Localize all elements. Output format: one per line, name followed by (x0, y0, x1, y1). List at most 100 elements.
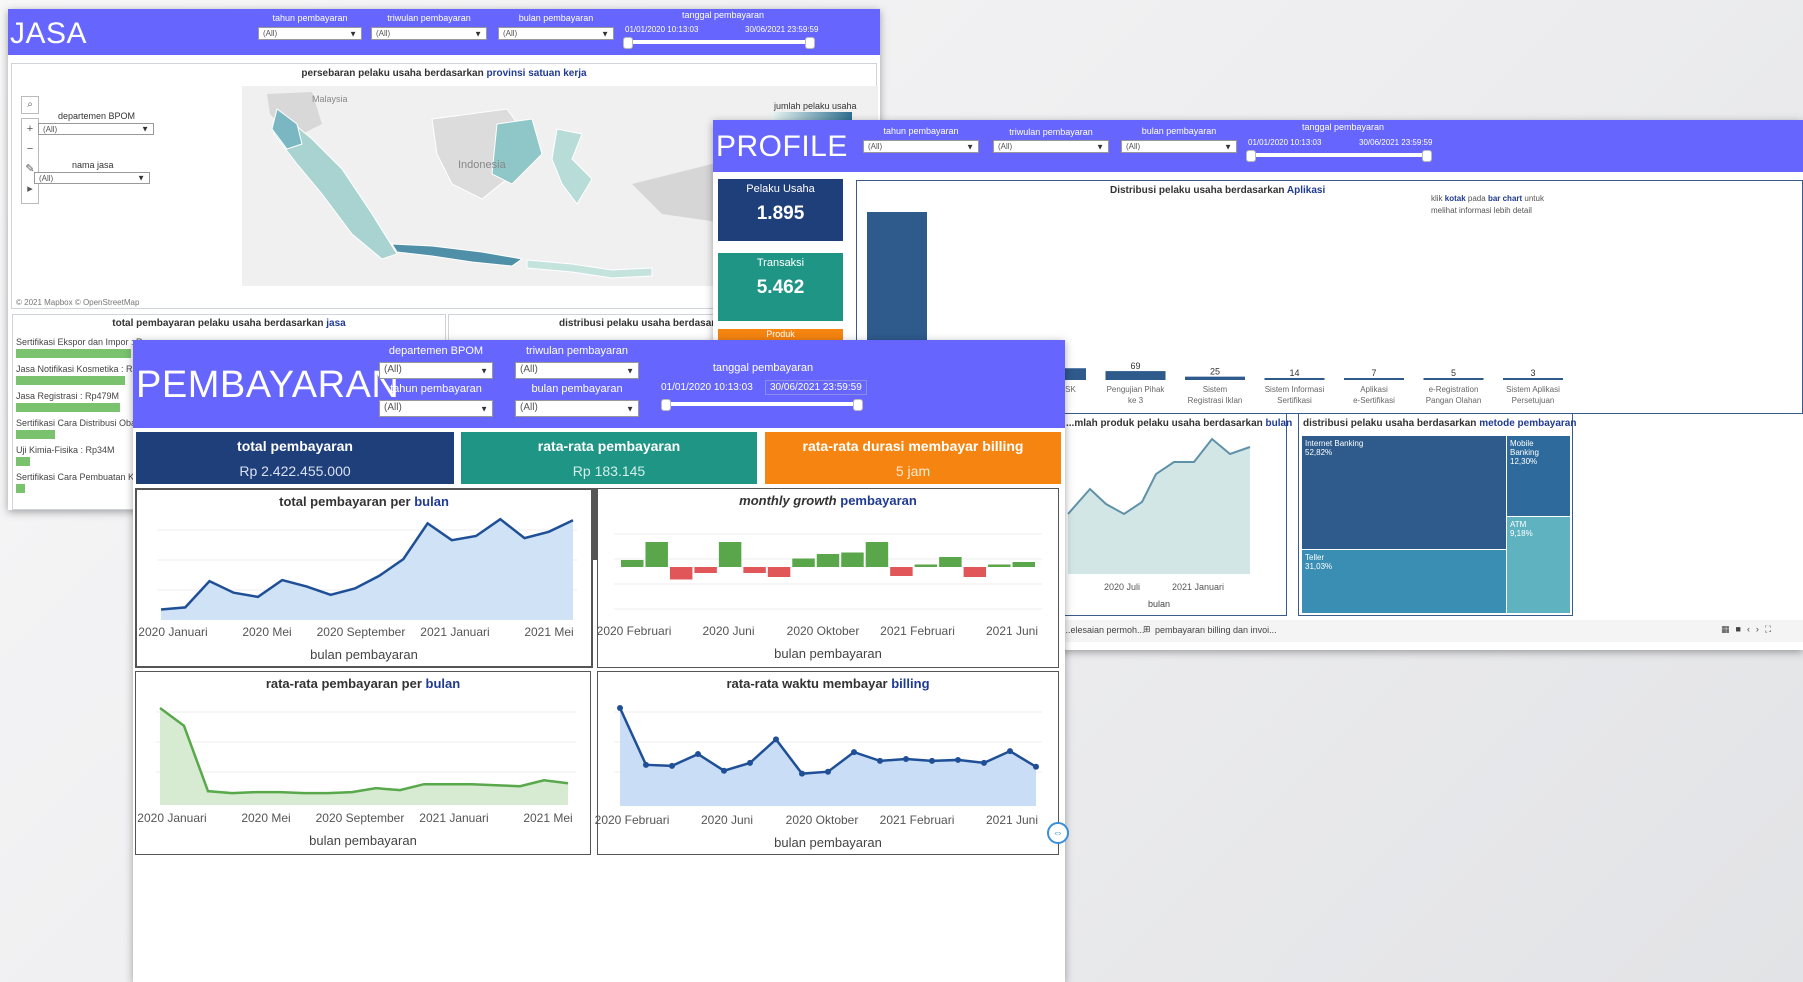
jasa-bar[interactable] (16, 349, 131, 358)
kpi-rata-durasi: rata-rata durasi membayar billing 5 jam (765, 432, 1061, 484)
slider-handle-start[interactable] (623, 37, 633, 49)
tab-pembayaran-billing[interactable]: pembayaran billing dan invoi... (1155, 625, 1277, 635)
chart-waktu-billing[interactable]: rata-rata waktu membayar billing 2020 Fe… (595, 671, 1059, 855)
jasa-triwulan-dropdown[interactable]: (All) ▼ (371, 27, 487, 40)
profile-tahun-dropdown[interactable]: (All) ▼ (863, 140, 979, 153)
slider-handle-end[interactable] (853, 399, 863, 411)
chart2-bar[interactable] (669, 567, 693, 580)
chart2-bar[interactable] (865, 542, 889, 567)
chart4-point[interactable] (929, 757, 935, 764)
zoom-in-icon[interactable]: + (22, 119, 38, 139)
aplikasi-bar-value: 14 (1289, 368, 1299, 378)
chart2-bar[interactable] (1012, 562, 1035, 567)
pem-date-slider[interactable] (661, 399, 863, 411)
chart4-point[interactable] (1007, 748, 1013, 755)
chart3-svg[interactable]: 2020 Januari 2020 Mei 2020 September 2021 J… (136, 672, 590, 854)
chart-total-per-bulan[interactable]: total pembayaran per bulan 2020 Januari 2… (135, 488, 593, 668)
swap-icon[interactable]: ⇔ (1047, 822, 1069, 844)
treemap-cell-mobile-banking[interactable]: Mobile Banking 12,30% (1507, 436, 1570, 516)
profile-date-slider[interactable] (1246, 150, 1432, 162)
chart2-bar[interactable] (743, 567, 766, 573)
profile-triwulan-dropdown[interactable]: (All) ▼ (993, 140, 1109, 153)
treemap-label: Mobile Banking (1510, 439, 1539, 457)
chart4-point[interactable] (747, 759, 753, 766)
aplikasi-bar-value: 25 (1210, 367, 1220, 377)
chart4-point[interactable] (643, 761, 649, 768)
chart4-point[interactable] (1033, 763, 1039, 770)
chart2-bar[interactable] (718, 542, 742, 567)
jasa-tahun-dropdown[interactable]: (All) ▼ (258, 27, 362, 40)
tab-penyelesaian[interactable]: ...elesaian permoh... (1063, 625, 1145, 635)
chart4-point[interactable] (903, 755, 909, 762)
chart2-bar[interactable] (792, 558, 815, 568)
chart-monthly-growth[interactable]: monthly growth pembayaran 2020 Februari 2… (597, 488, 1059, 668)
chart2-bar[interactable] (645, 542, 668, 567)
aplikasi-bar[interactable] (1503, 378, 1563, 380)
chart4-point[interactable] (851, 749, 857, 756)
chart4-point[interactable] (669, 762, 675, 769)
chart2-bar[interactable] (890, 567, 913, 576)
chart-rata-per-bulan[interactable]: rata-rata pembayaran per bulan 2020 Janu… (135, 671, 591, 855)
jasa-title: JASA (10, 17, 88, 50)
jasa-bar[interactable] (16, 376, 126, 385)
treemap-cell-atm[interactable]: ATM 9,18% (1507, 517, 1570, 613)
chart2-bar[interactable] (914, 564, 938, 568)
chart2-bar[interactable] (939, 557, 962, 567)
chart4-point[interactable] (721, 767, 727, 774)
chart4-point[interactable] (981, 759, 987, 766)
aplikasi-bar[interactable] (1105, 371, 1166, 380)
chart4-point[interactable] (773, 736, 779, 743)
chart3-xtick: 2020 September (316, 811, 405, 825)
treemap-cell-teller[interactable]: Teller 31,03% (1302, 550, 1506, 613)
chart2-bar[interactable] (694, 567, 717, 573)
chart4-point[interactable] (955, 756, 961, 763)
slider-handle-end[interactable] (1422, 150, 1432, 162)
jasa-bar[interactable] (16, 403, 120, 412)
nama-jasa-dropdown[interactable]: (All) ▼ (34, 172, 150, 184)
chart2-bar[interactable] (621, 560, 644, 567)
slider-handle-start[interactable] (661, 399, 671, 411)
jasa-bar[interactable] (16, 457, 30, 466)
jasa-tanggal-label: tanggal pembayaran (681, 10, 765, 20)
chart4-point[interactable] (799, 770, 805, 777)
chevron-down-icon: ▼ (626, 366, 634, 375)
aplikasi-bar[interactable] (1344, 378, 1404, 380)
jasa-date-slider[interactable] (623, 37, 815, 49)
produk-bulan-chart[interactable] (1044, 414, 1288, 617)
pem-dept-dropdown[interactable]: (All) ▼ (379, 362, 493, 379)
chart2-bar[interactable] (767, 567, 791, 577)
chart2-bar[interactable] (816, 554, 840, 567)
jasa-bar[interactable] (16, 484, 26, 493)
aplikasi-bar[interactable] (1423, 378, 1484, 380)
pem-triwulan-dropdown[interactable]: (All) ▼ (515, 362, 639, 379)
slider-handle-start[interactable] (1246, 150, 1256, 162)
treemap-cell-internet-banking[interactable]: Internet Banking 52,82% (1302, 436, 1506, 549)
chevron-down-icon: ▼ (966, 142, 974, 151)
jasa-bulan-dropdown[interactable]: (All) ▼ (498, 27, 614, 40)
zoom-out-icon[interactable]: − (22, 139, 38, 159)
dept-bpom-dropdown[interactable]: (All) ▼ (38, 123, 154, 135)
jasa-tanggal-end: 30/06/2021 23:59:59 (745, 25, 819, 34)
aplikasi-bar[interactable] (1264, 377, 1325, 380)
chart2-bar[interactable] (841, 552, 864, 568)
jasa-bar[interactable] (16, 430, 56, 439)
nav-icons[interactable]: ▦■‹›⛶ (1721, 624, 1777, 635)
pem-bulan-dropdown[interactable]: (All) ▼ (515, 400, 639, 417)
chart2-bar[interactable] (963, 567, 987, 577)
treemap-pct: 52,82% (1305, 448, 1333, 457)
map-search-icon[interactable]: ⌕ (21, 96, 39, 114)
profile-tanggal-label: tanggal pembayaran (1301, 122, 1385, 132)
pem-tahun-dropdown[interactable]: (All) ▼ (379, 400, 493, 417)
chart2-svg[interactable]: 2020 Februari 2020 Juni 2020 Oktober 2021 F… (597, 489, 1058, 667)
aplikasi-bar[interactable] (1185, 376, 1245, 380)
chart4-point[interactable] (695, 751, 701, 758)
chart4-point[interactable] (877, 757, 883, 764)
treemap-pct: 9,18% (1510, 529, 1533, 538)
profile-bulan-dropdown[interactable]: (All) ▼ (1121, 140, 1237, 153)
chart2-bar[interactable] (988, 564, 1011, 568)
chart4-point[interactable] (825, 768, 831, 775)
chart4-svg[interactable]: 2020 Februari 2020 Juni 2020 Oktober 2021 F… (595, 672, 1058, 854)
chart1-svg[interactable]: 2020 Januari 2020 Mei 2020 September 2021 J… (137, 490, 591, 666)
chart4-point[interactable] (617, 705, 623, 711)
slider-handle-end[interactable] (805, 37, 815, 49)
